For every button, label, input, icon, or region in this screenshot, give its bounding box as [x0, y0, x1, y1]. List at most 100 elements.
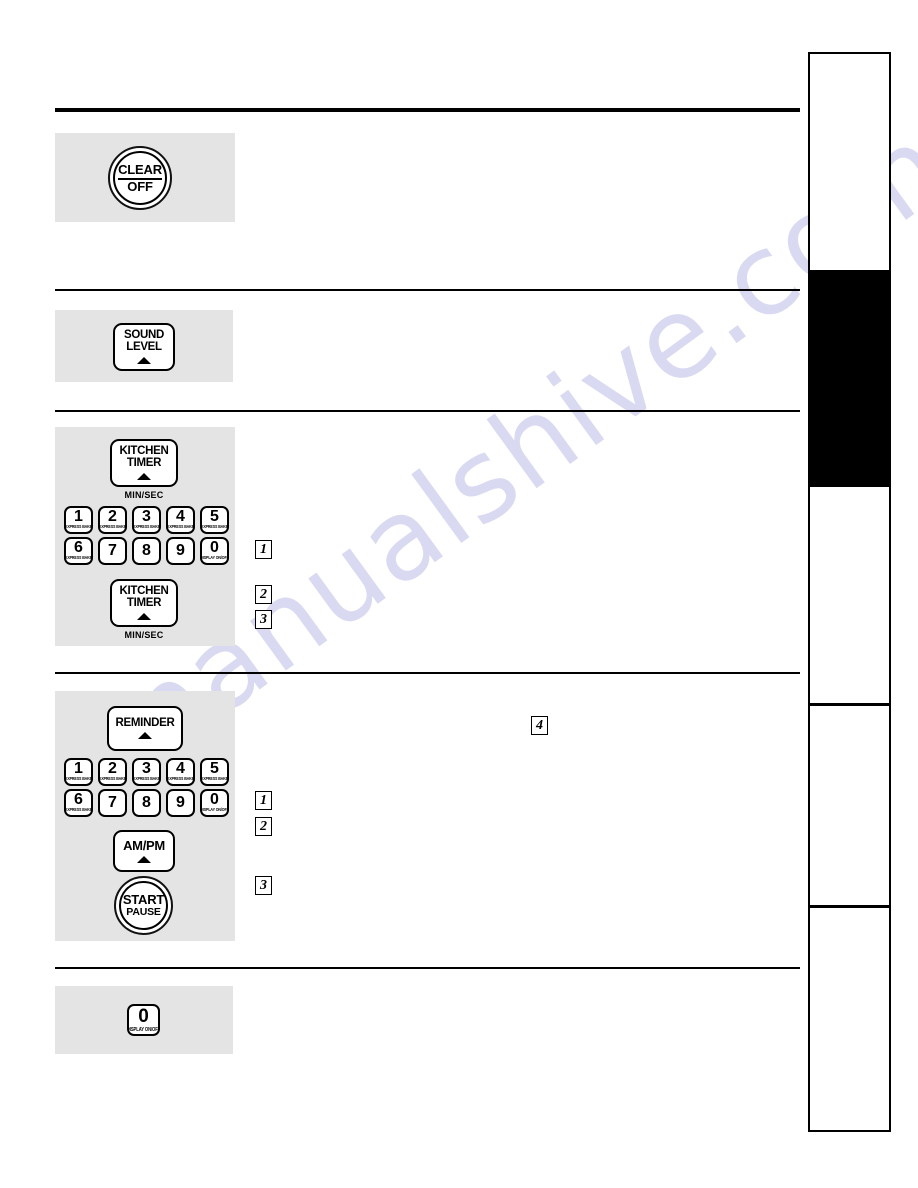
numkey-sublabel: EXPRESS BAKE [201, 524, 228, 530]
kitchen-timer-button-bottom[interactable]: KITCHEN TIMER [110, 579, 178, 627]
numkey-sublabel: EXPRESS BAKE [65, 776, 92, 782]
step-marker-reminder-4: 4 [531, 716, 548, 735]
numkey-8[interactable]: 8 [132, 537, 161, 565]
step-marker-timer-3: 3 [255, 610, 272, 629]
numkey-digit: 0 [138, 1006, 149, 1028]
numkey-sublabel: EXPRESS BAKE [201, 776, 228, 782]
numkey-2[interactable]: 2 EXPRESS BAKE [98, 758, 127, 786]
start-label: START [122, 892, 165, 908]
numkey-digit: 3 [142, 759, 151, 777]
rule-sound [55, 289, 800, 291]
sidebar-tab-3[interactable] [810, 487, 889, 703]
sidebar-tab-5[interactable] [810, 905, 889, 1130]
display-on-off-key[interactable]: 0 DISPLAY ON/OFF [127, 1004, 160, 1036]
numkey-2[interactable]: 2 EXPRESS BAKE [98, 506, 127, 534]
numkey-1[interactable]: 1 EXPRESS BAKE [64, 758, 93, 786]
numkey-digit: 5 [210, 759, 219, 777]
am-pm-button[interactable]: AM/PM [113, 830, 175, 872]
numkey-9[interactable]: 9 [166, 537, 195, 565]
panel-display-on-off: 0 DISPLAY ON/OFF [55, 986, 233, 1054]
rule-timer [55, 410, 800, 412]
numkey-3[interactable]: 3 EXPRESS BAKE [132, 758, 161, 786]
step-marker-reminder-1: 1 [255, 791, 272, 810]
rule-display [55, 967, 800, 969]
rule-top [55, 108, 800, 112]
panel-reminder: REMINDER 1 EXPRESS BAKE 2 EXPRESS BAKE 3… [55, 691, 235, 941]
numkey-digit: 4 [176, 759, 185, 777]
section-tab-sidebar [808, 52, 891, 1132]
numkey-digit: 1 [74, 507, 83, 525]
panel-sound-level: SOUND LEVEL [55, 310, 233, 382]
numkey-sublabel: EXPRESS BAKE [65, 555, 92, 561]
sidebar-tab-2-active[interactable] [810, 270, 889, 487]
kitchen-timer-caption-top: MIN/SEC [124, 490, 164, 500]
step-marker-reminder-2: 2 [255, 817, 272, 836]
numkey-digit: 0 [210, 790, 219, 808]
reminder-label: REMINDER [115, 716, 175, 729]
numkey-digit: 6 [74, 790, 83, 808]
numkey-digit: 3 [142, 507, 151, 525]
triangle-indicator-icon [138, 732, 152, 740]
triangle-indicator-icon [137, 356, 151, 364]
manual-page: manualshive.com CLEAR OFF SOUND LEVEL KI… [0, 0, 918, 1188]
numkey-sublabel: EXPRESS BAKE [167, 524, 194, 530]
numkey-digit: 5 [210, 507, 219, 525]
sidebar-tab-4[interactable] [810, 703, 889, 905]
numkey-digit: 7 [108, 793, 117, 811]
kitchen-timer-label-line2: TIMER [126, 597, 162, 609]
numkey-digit: 9 [176, 541, 185, 559]
numkey-0[interactable]: 0 DISPLAY ON/OFF [200, 537, 229, 565]
numkey-sublabel: EXPRESS BAKE [133, 524, 160, 530]
numkey-6[interactable]: 6 EXPRESS BAKE [64, 537, 93, 565]
clear-off-label-line2: OFF [127, 178, 153, 194]
numkey-sublabel: EXPRESS BAKE [133, 776, 160, 782]
numkey-sublabel: EXPRESS BAKE [167, 776, 194, 782]
step-marker-reminder-3: 3 [255, 876, 272, 895]
kitchen-timer-caption-bottom: MIN/SEC [124, 630, 164, 640]
step-marker-timer-1: 1 [255, 540, 272, 559]
numkey-5[interactable]: 5 EXPRESS BAKE [200, 506, 229, 534]
numkey-4[interactable]: 4 EXPRESS BAKE [166, 506, 195, 534]
numkey-sublabel: DISPLAY ON/OFF [200, 555, 229, 561]
numkey-digit: 8 [142, 793, 151, 811]
sound-level-label-line2: LEVEL [126, 341, 162, 353]
kitchen-timer-button-top[interactable]: KITCHEN TIMER [110, 439, 178, 487]
pause-label: PAUSE [126, 905, 161, 918]
numkey-4[interactable]: 4 EXPRESS BAKE [166, 758, 195, 786]
numkey-digit: 9 [176, 793, 185, 811]
rule-reminder [55, 672, 800, 674]
numkey-sublabel: DISPLAY ON/OFF [127, 1025, 160, 1033]
panel-kitchen-timer: KITCHEN TIMER MIN/SEC 1 EXPRESS BAKE 2 E… [55, 427, 235, 646]
triangle-indicator-icon [137, 855, 151, 863]
numkey-7[interactable]: 7 [98, 537, 127, 565]
numkey-8[interactable]: 8 [132, 789, 161, 817]
page-content: CLEAR OFF SOUND LEVEL KITCHEN TIMER MIN/… [0, 0, 918, 1188]
numkey-7[interactable]: 7 [98, 789, 127, 817]
numkey-digit: 2 [108, 759, 117, 777]
clear-off-button[interactable]: CLEAR OFF [108, 146, 172, 210]
am-pm-label: AM/PM [123, 838, 165, 854]
numkey-3[interactable]: 3 EXPRESS BAKE [132, 506, 161, 534]
numkey-9[interactable]: 9 [166, 789, 195, 817]
numkey-digit: 6 [74, 538, 83, 556]
numkey-sublabel: EXPRESS BAKE [65, 807, 92, 813]
numkey-5[interactable]: 5 EXPRESS BAKE [200, 758, 229, 786]
triangle-indicator-icon [137, 472, 151, 480]
numkey-digit: 2 [108, 507, 117, 525]
reminder-button[interactable]: REMINDER [107, 706, 183, 751]
numkey-digit: 4 [176, 507, 185, 525]
sound-level-button[interactable]: SOUND LEVEL [113, 323, 175, 371]
numkey-6[interactable]: 6 EXPRESS BAKE [64, 789, 93, 817]
numkey-sublabel: DISPLAY ON/OFF [200, 807, 229, 813]
numkey-1[interactable]: 1 EXPRESS BAKE [64, 506, 93, 534]
numkey-digit: 8 [142, 541, 151, 559]
panel-clear-off: CLEAR OFF [55, 133, 235, 222]
numkey-sublabel: EXPRESS BAKE [99, 776, 126, 782]
numkey-sublabel: EXPRESS BAKE [65, 524, 92, 530]
start-pause-button[interactable]: START PAUSE [114, 876, 173, 935]
numkey-digit: 7 [108, 541, 117, 559]
numkey-0[interactable]: 0 DISPLAY ON/OFF [200, 789, 229, 817]
numkey-digit: 0 [210, 538, 219, 556]
kitchen-timer-label-line2: TIMER [126, 457, 162, 469]
sidebar-tab-1[interactable] [810, 54, 889, 270]
